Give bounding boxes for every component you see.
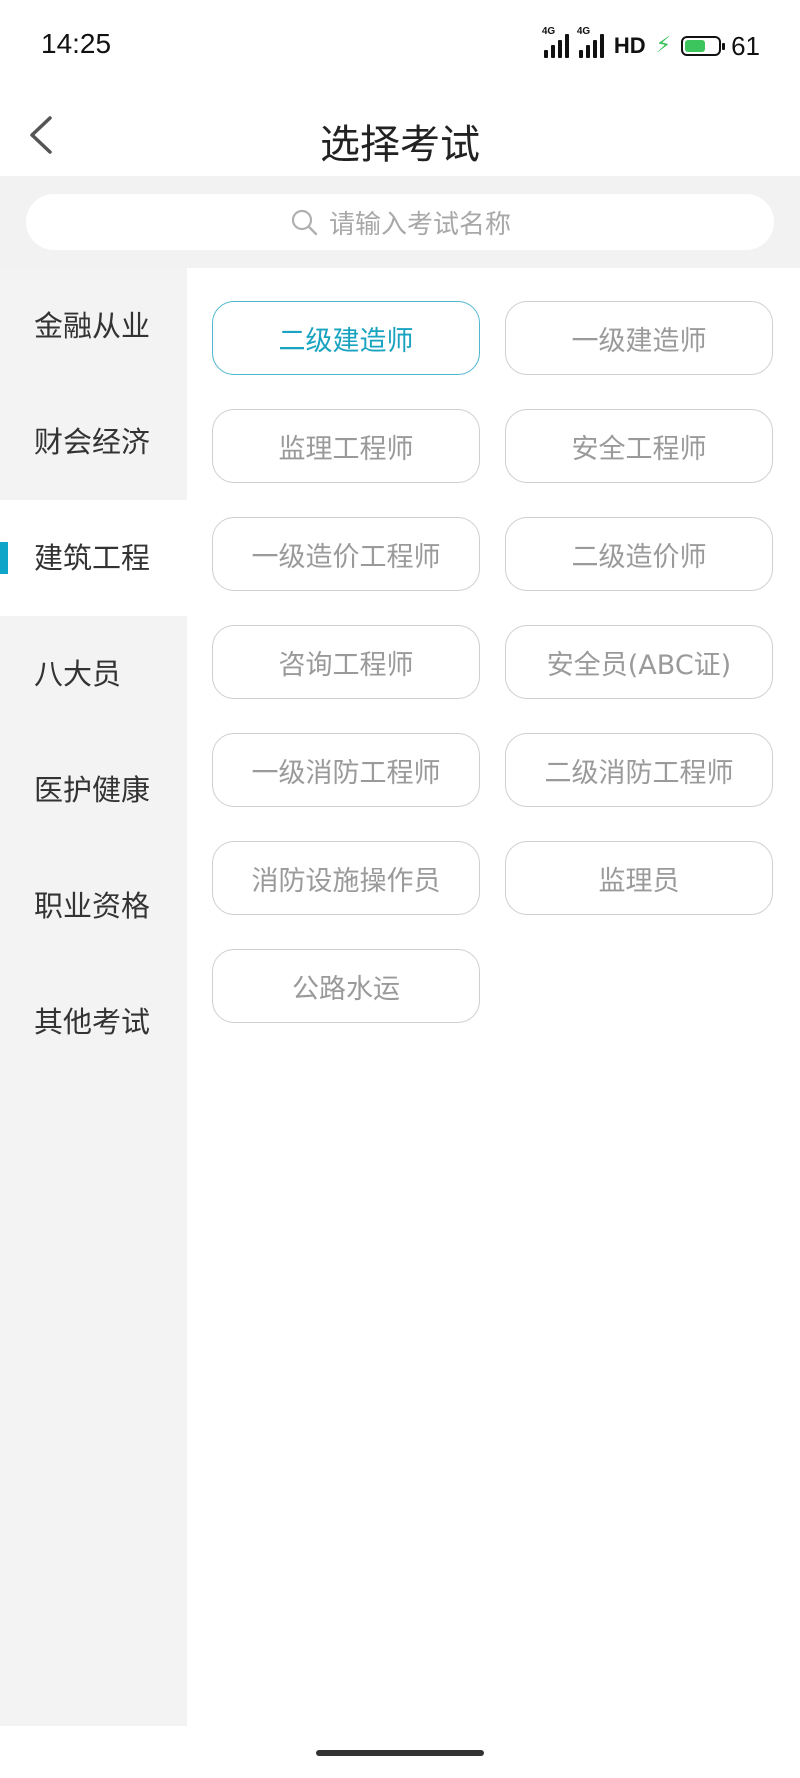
sidebar-item-qualification[interactable]: 职业资格 [0, 848, 187, 964]
category-sidebar: 金融从业 财会经济 建筑工程 八大员 医护健康 职业资格 其他考试 [0, 268, 187, 1726]
sidebar-item-label: 金融从业 [34, 309, 151, 343]
exam-button-second-level-fire-engineer[interactable]: 二级消防工程师 [505, 733, 773, 807]
exam-grid: 二级建造师 一级建造师 监理工程师 安全工程师 一级造价工程师 二级造价师 咨询… [187, 268, 800, 1726]
exam-button-second-level-constructor[interactable]: 二级建造师 [212, 301, 480, 375]
hd-voice-icon: HD [613, 33, 646, 58]
charging-icon: ⚡ [655, 33, 672, 58]
exam-button-supervisor[interactable]: 监理员 [505, 841, 773, 915]
signal-icon: 4G [577, 26, 604, 58]
network-type-label: 4G [541, 26, 556, 37]
status-time: 14:25 [41, 28, 112, 59]
exam-button-fire-facility-operator[interactable]: 消防设施操作员 [212, 841, 480, 915]
status-bar: 14:25 4G 4G HD ⚡ 61 [0, 0, 800, 94]
page-title: 选择考试 [320, 122, 480, 168]
sidebar-item-label: 八大员 [34, 657, 122, 691]
home-indicator[interactable] [316, 1750, 484, 1756]
battery-fill [685, 40, 705, 52]
sidebar-item-eight-roles[interactable]: 八大员 [0, 616, 187, 732]
exam-button-first-level-cost-engineer[interactable]: 一级造价工程师 [212, 517, 480, 591]
search-icon [291, 209, 318, 236]
exam-button-safety-engineer[interactable]: 安全工程师 [505, 409, 773, 483]
search-placeholder: 请输入考试名称 [328, 209, 511, 240]
exam-button-safety-officer[interactable]: 安全员(ABC证) [505, 625, 773, 699]
active-indicator [0, 542, 8, 574]
sidebar-item-label: 建筑工程 [34, 541, 151, 575]
exam-button-highway-waterway[interactable]: 公路水运 [212, 949, 480, 1023]
sidebar-item-label: 医护健康 [34, 773, 151, 807]
search-area: 请输入考试名称 [0, 176, 800, 268]
exam-button-first-level-constructor[interactable]: 一级建造师 [505, 301, 773, 375]
sidebar-curve-top [0, 470, 187, 500]
battery-icon [681, 36, 726, 56]
exam-button-first-level-fire-engineer[interactable]: 一级消防工程师 [212, 733, 480, 807]
battery-percent: 61 [731, 30, 760, 61]
sidebar-item-label: 职业资格 [34, 889, 151, 923]
sidebar-item-other[interactable]: 其他考试 [0, 964, 187, 1080]
sidebar-item-finance[interactable]: 金融从业 [0, 268, 187, 384]
search-input[interactable]: 请输入考试名称 [26, 194, 774, 250]
status-indicators: 4G 4G HD ⚡ 61 [542, 26, 760, 62]
signal-icon: 4G [542, 26, 569, 58]
exam-button-consulting-engineer[interactable]: 咨询工程师 [212, 625, 480, 699]
exam-button-supervision-engineer[interactable]: 监理工程师 [212, 409, 480, 483]
exam-button-second-level-cost-engineer[interactable]: 二级造价师 [505, 517, 773, 591]
sidebar-item-label: 其他考试 [34, 1005, 151, 1039]
nav-bar: 选择考试 [0, 94, 800, 176]
sidebar-item-construction[interactable]: 建筑工程 [0, 500, 187, 616]
network-type-label: 4G [576, 26, 591, 37]
sidebar-item-healthcare[interactable]: 医护健康 [0, 732, 187, 848]
